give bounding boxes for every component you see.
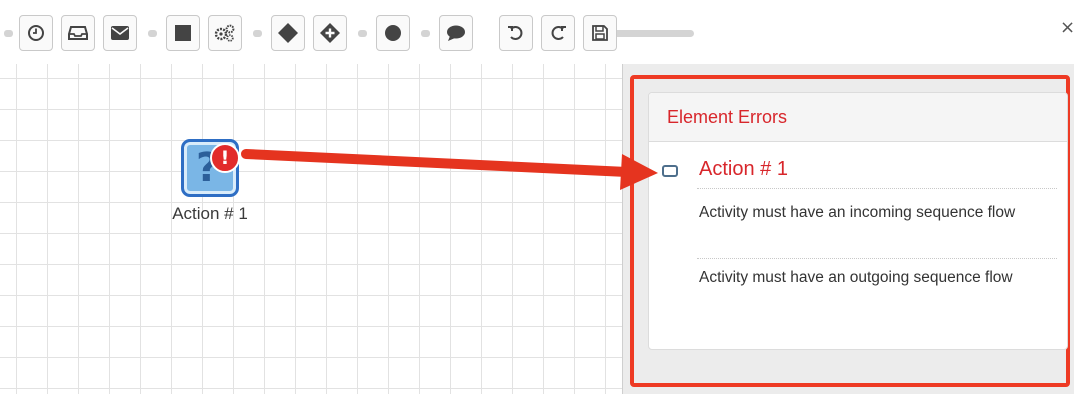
- annotation-arrow: [241, 149, 658, 190]
